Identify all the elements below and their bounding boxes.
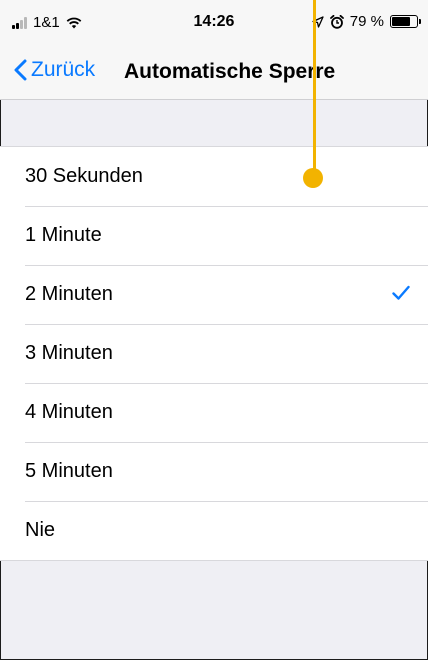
checkmark-icon: [392, 285, 410, 300]
battery-fill: [392, 17, 411, 26]
alarm-icon: [329, 14, 344, 29]
option-label: 4 Minuten: [25, 401, 113, 423]
option-label: 30 Sekunden: [25, 165, 143, 187]
page-title: Automatische Sperre: [124, 60, 336, 83]
option-never[interactable]: Nie: [0, 501, 428, 560]
status-right: 79 %: [312, 13, 421, 30]
back-button-label: Zurück: [31, 58, 96, 81]
option-5-minutes[interactable]: 5 Minuten: [0, 442, 428, 501]
option-4-minutes[interactable]: 4 Minuten: [0, 383, 428, 442]
battery-percent: 79 %: [349, 13, 384, 30]
option-label: 2 Minuten: [25, 283, 113, 305]
option-30-seconds[interactable]: 30 Sekunden: [0, 147, 428, 206]
option-label: 5 Minuten: [25, 460, 113, 482]
status-bar: 1&1 14:26 79 %: [0, 0, 428, 44]
navigation-bar: Zurück Automatische Sperre: [0, 44, 428, 100]
option-3-minutes[interactable]: 3 Minuten: [0, 324, 428, 383]
callout-line: [313, 0, 316, 172]
battery-icon: [390, 15, 421, 28]
option-label: 3 Minuten: [25, 342, 113, 364]
chevron-left-icon: [14, 59, 27, 81]
callout-dot: [303, 168, 323, 188]
back-button[interactable]: Zurück: [14, 58, 95, 82]
auto-lock-options-list: 30 Sekunden 1 Minute 2 Minuten 3 Minuten…: [0, 146, 428, 561]
option-label: 1 Minute: [25, 224, 102, 246]
option-label: Nie: [25, 519, 56, 541]
option-2-minutes[interactable]: 2 Minuten: [0, 265, 428, 324]
option-1-minute[interactable]: 1 Minute: [0, 206, 428, 265]
